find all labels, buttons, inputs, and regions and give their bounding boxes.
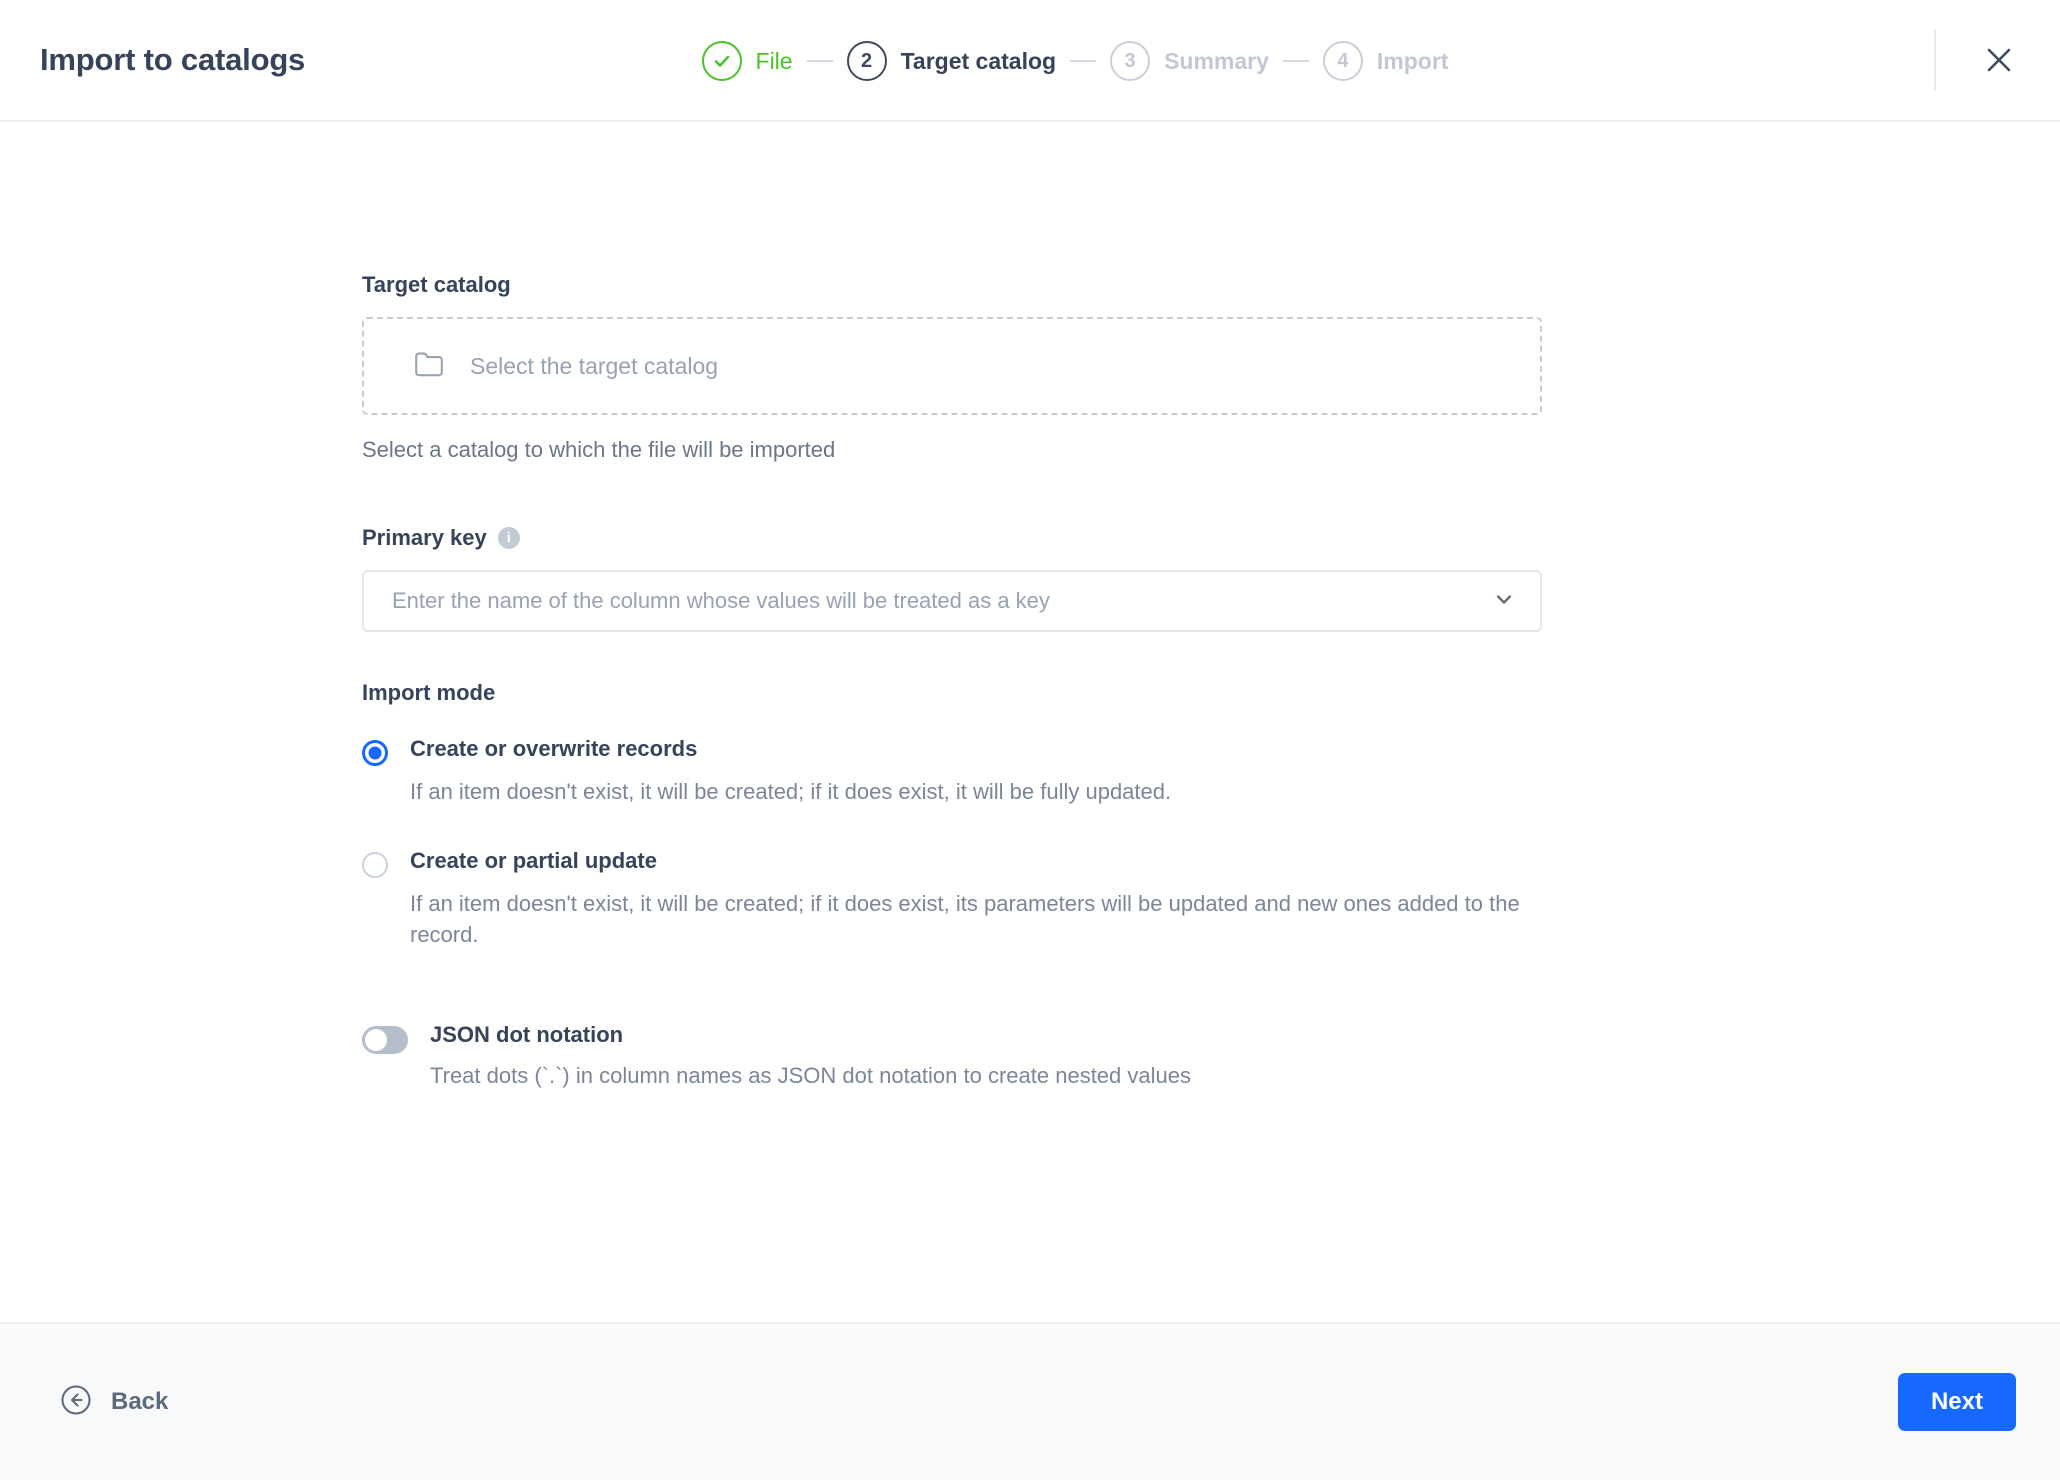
- modal-footer: Back Next: [0, 1322, 2060, 1480]
- arrow-left-circle-icon: [60, 1384, 92, 1421]
- primary-key-select[interactable]: Enter the name of the column whose value…: [362, 570, 1542, 632]
- step-label-file: File: [756, 48, 793, 75]
- json-dot-notation-row[interactable]: JSON dot notation Treat dots (`.`) in co…: [362, 1022, 1542, 1088]
- step-file[interactable]: File: [702, 41, 793, 81]
- radio-button-create-or-overwrite[interactable]: [362, 740, 388, 766]
- radio-option-create-or-overwrite[interactable]: Create or overwrite records If an item d…: [362, 736, 1542, 808]
- step-label-target-catalog: Target catalog: [901, 48, 1057, 75]
- step-number-2: 2: [847, 41, 887, 81]
- step-target-catalog[interactable]: 2 Target catalog: [847, 41, 1057, 81]
- target-catalog-helper: Select a catalog to which the file will …: [362, 437, 1542, 463]
- chevron-down-icon[interactable]: [1492, 587, 1516, 616]
- primary-key-input[interactable]: Enter the name of the column whose value…: [392, 588, 1492, 614]
- target-catalog-placeholder: Select the target catalog: [470, 353, 718, 380]
- radio-description-create-or-overwrite: If an item doesn't exist, it will be cre…: [410, 776, 1171, 807]
- step-label-summary: Summary: [1164, 48, 1269, 75]
- radio-button-create-or-partial-update[interactable]: [362, 852, 388, 878]
- toggle-knob: [365, 1029, 387, 1051]
- folder-icon: [414, 351, 444, 382]
- close-icon: [1984, 45, 2014, 75]
- json-dot-notation-description: Treat dots (`.`) in column names as JSON…: [430, 1063, 1191, 1089]
- target-catalog-dropzone[interactable]: Select the target catalog: [362, 317, 1542, 415]
- step-label-import: Import: [1377, 48, 1449, 75]
- step-number-4: 4: [1323, 41, 1363, 81]
- page-title: Import to catalogs: [40, 42, 305, 78]
- header-divider: [1934, 29, 1936, 91]
- step-number-3: 3: [1110, 41, 1150, 81]
- radio-option-create-or-partial-update[interactable]: Create or partial update If an item does…: [362, 848, 1542, 951]
- back-button-label: Back: [111, 1388, 168, 1416]
- step-separator: [807, 60, 833, 62]
- close-button[interactable]: [1972, 33, 2026, 87]
- step-separator: [1283, 60, 1309, 62]
- step-summary[interactable]: 3 Summary: [1110, 41, 1269, 81]
- modal-body: Target catalog Select the target catalog…: [0, 122, 2060, 1322]
- primary-key-label: Primary key: [362, 525, 487, 551]
- json-dot-notation-title: JSON dot notation: [430, 1022, 1191, 1048]
- wizard-stepper: File 2 Target catalog 3 Summary 4 Import: [0, 0, 2060, 122]
- import-wizard-modal: Import to catalogs File 2 Target catalog: [0, 0, 2060, 1480]
- import-mode-label: Import mode: [362, 680, 1542, 706]
- radio-title-create-or-partial-update: Create or partial update: [410, 848, 1540, 874]
- step-import[interactable]: 4 Import: [1323, 41, 1449, 81]
- radio-description-create-or-partial-update: If an item doesn't exist, it will be cre…: [410, 888, 1540, 950]
- step-separator: [1070, 60, 1096, 62]
- modal-header: Import to catalogs File 2 Target catalog: [0, 0, 2060, 122]
- check-icon: [702, 41, 742, 81]
- primary-key-label-row: Primary key i: [362, 525, 1542, 551]
- info-icon[interactable]: i: [498, 527, 520, 549]
- next-button[interactable]: Next: [1898, 1373, 2016, 1431]
- json-dot-notation-toggle[interactable]: [362, 1026, 408, 1054]
- target-catalog-label: Target catalog: [362, 272, 1542, 298]
- import-mode-radio-group: Create or overwrite records If an item d…: [362, 736, 1542, 950]
- back-button[interactable]: Back: [60, 1384, 168, 1421]
- header-right-group: [1882, 29, 2026, 91]
- radio-title-create-or-overwrite: Create or overwrite records: [410, 736, 1171, 762]
- target-catalog-form: Target catalog Select the target catalog…: [362, 122, 1542, 1089]
